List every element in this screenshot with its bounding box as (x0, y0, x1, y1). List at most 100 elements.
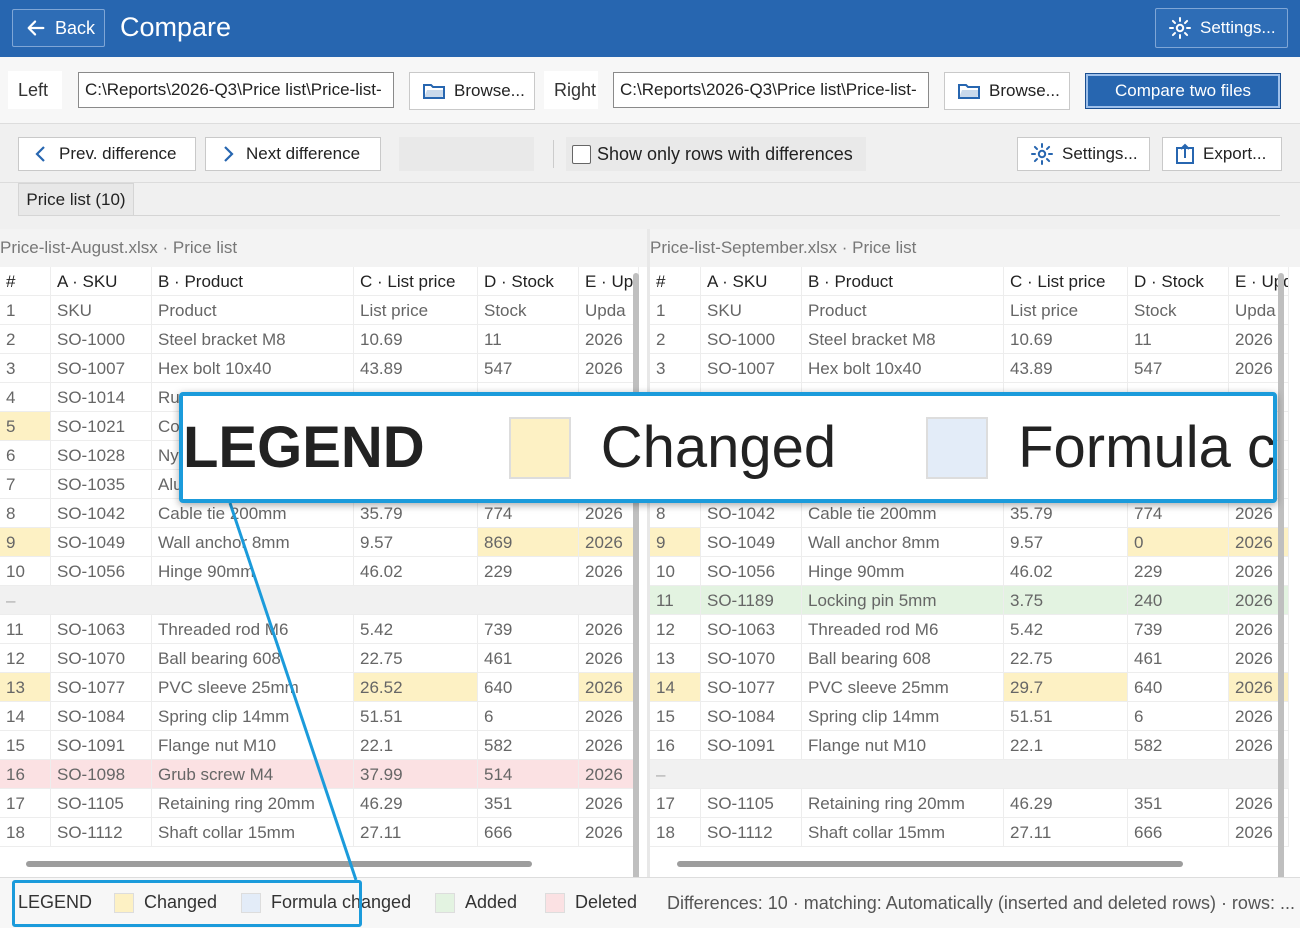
table-cell[interactable]: 774 (1128, 499, 1229, 528)
table-cell[interactable]: SO-1056 (51, 557, 152, 586)
table-row[interactable]: 9 SO-1049 Wall anchor 8mm 9.57 869 2026 (0, 528, 639, 557)
table-row[interactable]: 17 SO-1105 Retaining ring 20mm 46.29 351 2026 (0, 789, 639, 818)
table-cell[interactable]: 2026 (579, 644, 639, 673)
table-row[interactable]: 2 SO-1000 Steel bracket M8 10.69 11 2026 (650, 325, 1289, 354)
table-cell[interactable]: SO-1105 (51, 789, 152, 818)
table-cell[interactable]: 666 (478, 818, 579, 847)
table-cell[interactable]: 1 (0, 296, 51, 325)
table-cell[interactable]: 12 (650, 615, 701, 644)
table-cell[interactable]: SO-1056 (701, 557, 802, 586)
table-cell[interactable]: 351 (478, 789, 579, 818)
table-cell[interactable]: 6 (1128, 702, 1229, 731)
only-differences-checkbox[interactable] (572, 144, 591, 164)
column-header[interactable]: E · Upd (579, 267, 639, 296)
table-cell[interactable] (701, 760, 802, 789)
table-cell[interactable]: SO-1000 (701, 325, 802, 354)
compare-button[interactable]: Compare two files (1085, 73, 1281, 109)
table-cell[interactable]: 43.89 (354, 354, 478, 383)
table-cell[interactable]: 14 (650, 673, 701, 702)
table-cell[interactable]: 9.57 (354, 528, 478, 557)
table-row[interactable]: 10 SO-1056 Hinge 90mm 46.02 229 2026 (650, 557, 1289, 586)
table-cell[interactable]: 2026 (579, 499, 639, 528)
right-path-input[interactable] (613, 72, 929, 108)
table-cell[interactable]: Shaft collar 15mm (802, 818, 1004, 847)
table-cell[interactable]: SO-1007 (51, 354, 152, 383)
table-cell[interactable]: 22.1 (354, 731, 478, 760)
table-cell[interactable]: Hinge 90mm (802, 557, 1004, 586)
table-cell[interactable]: 229 (1128, 557, 1229, 586)
table-cell[interactable]: Stock (478, 296, 579, 325)
table-cell[interactable]: 640 (478, 673, 579, 702)
table-cell[interactable]: 22.75 (354, 644, 478, 673)
table-cell[interactable]: SO-1014 (51, 383, 152, 412)
table-cell[interactable] (579, 586, 639, 615)
table-cell[interactable]: SO-1112 (701, 818, 802, 847)
table-cell[interactable] (354, 586, 478, 615)
table-cell[interactable]: 15 (650, 702, 701, 731)
table-cell[interactable]: 35.79 (1004, 499, 1128, 528)
column-header[interactable]: # (0, 267, 51, 296)
table-cell[interactable]: 18 (650, 818, 701, 847)
table-cell[interactable]: 514 (478, 760, 579, 789)
table-cell[interactable]: 547 (1128, 354, 1229, 383)
table-row[interactable]: 11 SO-1063 Threaded rod M6 5.42 739 2026 (0, 615, 639, 644)
table-cell[interactable] (152, 586, 354, 615)
tab-price-list[interactable]: Price list (10) (18, 183, 134, 215)
table-cell[interactable]: 3 (650, 354, 701, 383)
table-cell[interactable]: 26.52 (354, 673, 478, 702)
table-cell[interactable]: SO-1028 (51, 441, 152, 470)
table-row[interactable]: 15 SO-1084 Spring clip 14mm 51.51 6 2026 (650, 702, 1289, 731)
table-row[interactable]: 18 SO-1112 Shaft collar 15mm 27.11 666 2026 (0, 818, 639, 847)
table-cell[interactable] (1128, 760, 1229, 789)
table-cell[interactable]: 2026 (579, 325, 639, 354)
left-path-input[interactable] (78, 72, 394, 108)
table-row[interactable]: 13 SO-1077 PVC sleeve 25mm 26.52 640 2026 (0, 673, 639, 702)
column-header[interactable]: B · Product (802, 267, 1004, 296)
column-header[interactable]: D · Stock (478, 267, 579, 296)
table-cell[interactable]: SO-1070 (51, 644, 152, 673)
table-cell[interactable]: SO-1063 (701, 615, 802, 644)
table-row[interactable]: 8 SO-1042 Cable tie 200mm 35.79 774 2026 (650, 499, 1289, 528)
table-cell[interactable]: 11 (0, 615, 51, 644)
table-cell[interactable]: 6 (0, 441, 51, 470)
table-cell[interactable] (1004, 760, 1128, 789)
table-cell[interactable]: 17 (650, 789, 701, 818)
table-cell[interactable]: Retaining ring 20mm (152, 789, 354, 818)
table-cell[interactable]: 46.02 (354, 557, 478, 586)
table-cell[interactable]: 666 (1128, 818, 1229, 847)
table-cell[interactable]: 27.11 (354, 818, 478, 847)
table-cell[interactable]: 229 (478, 557, 579, 586)
table-cell[interactable]: 11 (1128, 325, 1229, 354)
table-cell[interactable]: 10.69 (354, 325, 478, 354)
table-cell[interactable]: 2 (0, 325, 51, 354)
table-cell[interactable]: 5 (0, 412, 51, 441)
left-horizontal-scrollbar[interactable] (26, 861, 532, 867)
table-cell[interactable]: Shaft collar 15mm (152, 818, 354, 847)
left-browse-button[interactable]: Browse... (409, 72, 535, 110)
table-cell[interactable]: 46.29 (1004, 789, 1128, 818)
table-cell[interactable]: 7 (0, 470, 51, 499)
table-cell[interactable]: 351 (1128, 789, 1229, 818)
table-cell[interactable]: 46.29 (354, 789, 478, 818)
table-cell[interactable]: 10 (0, 557, 51, 586)
column-header[interactable]: C · List price (1004, 267, 1128, 296)
table-cell[interactable]: Cable tie 200mm (802, 499, 1004, 528)
table-cell[interactable]: 16 (650, 731, 701, 760)
table-cell[interactable]: 2026 (579, 557, 639, 586)
table-cell[interactable]: Ball bearing 608 (152, 644, 354, 673)
table-cell[interactable]: 9 (0, 528, 51, 557)
table-cell[interactable]: Threaded rod M6 (152, 615, 354, 644)
table-cell[interactable]: Wall anchor 8mm (802, 528, 1004, 557)
table-cell[interactable]: 22.75 (1004, 644, 1128, 673)
table-cell[interactable]: 9.57 (1004, 528, 1128, 557)
table-row[interactable]: 14 SO-1084 Spring clip 14mm 51.51 6 2026 (0, 702, 639, 731)
table-cell[interactable]: 869 (478, 528, 579, 557)
table-cell[interactable]: 547 (478, 354, 579, 383)
table-cell[interactable]: 11 (478, 325, 579, 354)
table-row[interactable]: 15 SO-1091 Flange nut M10 22.1 582 2026 (0, 731, 639, 760)
table-cell[interactable]: 582 (478, 731, 579, 760)
table-cell[interactable]: Cable tie 200mm (152, 499, 354, 528)
table-cell[interactable]: Stock (1128, 296, 1229, 325)
table-cell[interactable]: SO-1084 (701, 702, 802, 731)
export-button[interactable]: Export... (1162, 137, 1282, 171)
